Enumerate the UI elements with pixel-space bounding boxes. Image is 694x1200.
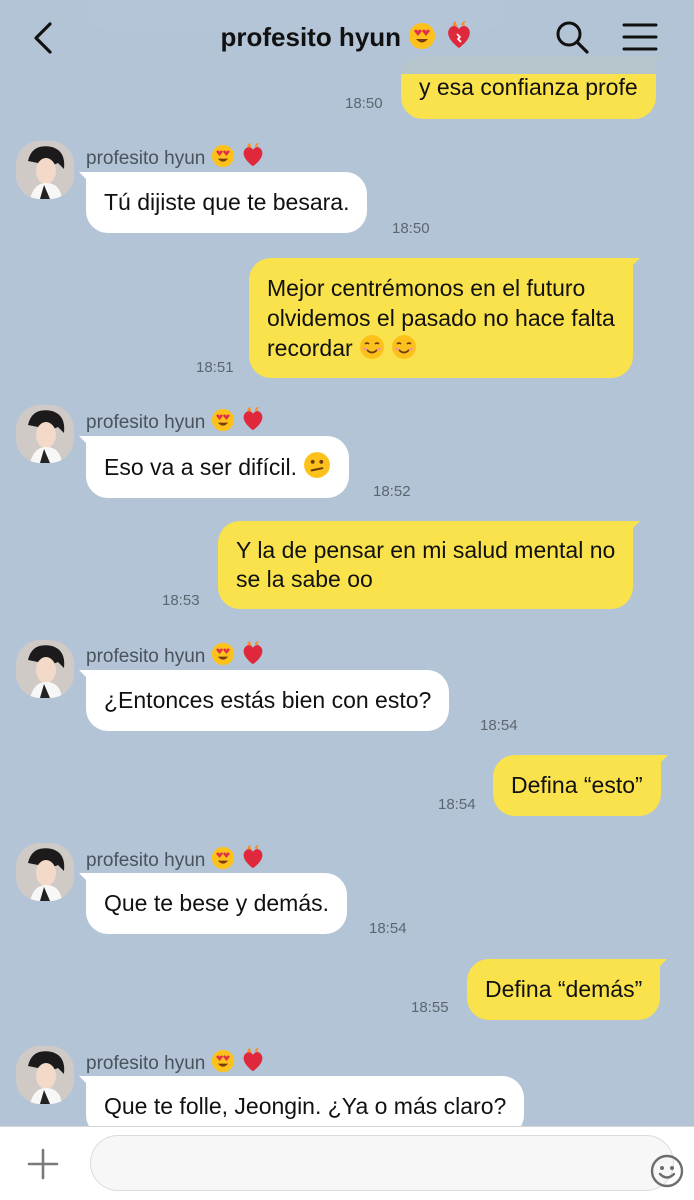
sender-name-text: profesito hyun (86, 412, 206, 433)
heart-eyes-icon (211, 144, 234, 168)
message-bubble-outgoing[interactable]: Y la de pensar en mi salud mental no se … (218, 521, 641, 609)
message-time: 18:53 (162, 592, 200, 609)
chat-screen: profesito hyun y esa confianza profe 18:… (0, 0, 694, 1200)
sender-name: profesito hyun (86, 142, 266, 170)
message-input-bar: # (0, 1126, 694, 1200)
message-text: Defina “demás” (485, 976, 643, 1002)
message-time: 18:54 (369, 920, 407, 937)
heart-eyes-icon (211, 1049, 234, 1073)
heart-eyes-icon (409, 23, 436, 49)
sender-name-text: profesito hyun (86, 1053, 206, 1074)
message-bubble-outgoing[interactable]: Mejor centrémonos en el futuro olvidemos… (249, 258, 640, 378)
chat-title-text: profesito hyun (220, 22, 402, 52)
message-time: 18:54 (480, 717, 518, 734)
message-text-line: Mejor centrémonos en el futuro (267, 275, 586, 301)
message-text: Que te bese y demás. (104, 890, 330, 916)
sender-name: profesito hyun (86, 406, 266, 434)
sender-name-text: profesito hyun (86, 850, 206, 871)
contact-avatar[interactable] (16, 141, 74, 199)
message-text: y esa confianza profe (419, 74, 638, 100)
search-icon (556, 21, 589, 54)
message-bubble-incoming[interactable]: Tú dijiste que te besara. (78, 172, 368, 233)
menu-button[interactable] (620, 20, 660, 54)
sender-name-text: profesito hyun (86, 646, 206, 667)
message-field: # (90, 1135, 684, 1191)
plus-icon (27, 1148, 59, 1180)
message-time: 18:50 (345, 95, 383, 112)
message-text-line: recordar (267, 333, 615, 363)
heart-on-fire-icon (243, 142, 263, 167)
message-text-line: Y la de pensar en mi salud mental no (236, 537, 616, 563)
message-text: Defina “esto” (511, 772, 643, 798)
avatar-photo (16, 405, 74, 463)
sender-name: profesito hyun (86, 844, 266, 872)
heart-on-fire-icon (243, 844, 263, 869)
heart-on-fire-icon (243, 640, 263, 665)
message-time: 18:52 (373, 483, 411, 500)
sender-name: profesito hyun (86, 1047, 266, 1075)
message-bubble-incoming[interactable]: ¿Entonces estás bien con esto? (78, 670, 450, 731)
message-text: ¿Entonces estás bien con esto? (104, 687, 432, 713)
smiling-face-icon (392, 335, 417, 359)
heart-eyes-icon (211, 408, 234, 432)
avatar-photo (16, 1046, 74, 1104)
sender-name-text: profesito hyun (86, 148, 206, 169)
message-text: Tú dijiste que te besara. (104, 189, 350, 215)
message-text-line: olvidemos el pasado no hace falta (267, 305, 615, 331)
message-time: 18:51 (196, 359, 234, 376)
heart-on-fire-icon (243, 1047, 263, 1072)
search-button[interactable] (553, 18, 591, 56)
heart-eyes-icon (211, 642, 234, 666)
contact-avatar[interactable] (16, 843, 74, 901)
add-attachment-button[interactable] (26, 1147, 60, 1181)
avatar-photo (16, 640, 74, 698)
heart-eyes-icon (211, 846, 234, 870)
message-bubble-outgoing[interactable]: Defina “demás” (467, 959, 668, 1020)
message-time: 18:55 (411, 999, 449, 1016)
avatar-photo (16, 141, 74, 199)
message-text: Eso va a ser difícil. (104, 454, 298, 480)
heart-on-fire-icon (243, 406, 263, 431)
contact-avatar[interactable] (16, 1046, 74, 1104)
message-input[interactable] (109, 1146, 549, 1180)
message-bubble-incoming[interactable]: Que te bese y demás. (78, 873, 348, 934)
message-text-line-part: recordar (267, 335, 353, 361)
message-time: 18:50 (392, 220, 430, 237)
hamburger-menu-icon (622, 23, 658, 51)
contact-avatar[interactable] (16, 405, 74, 463)
contact-avatar[interactable] (16, 640, 74, 698)
message-text: Que te folle, Jeongin. ¿Ya o más claro? (104, 1093, 507, 1119)
message-text-line: se la sabe oo (236, 566, 373, 592)
emoji-icon (650, 1154, 684, 1188)
message-bubble-incoming[interactable]: Eso va a ser difícil. (78, 436, 350, 498)
chat-header: profesito hyun (0, 0, 694, 74)
smiling-face-icon (360, 335, 385, 359)
avatar-photo (16, 843, 74, 901)
sender-name: profesito hyun (86, 640, 266, 668)
emoji-button[interactable] (649, 1153, 685, 1189)
neutral-face-icon (304, 452, 331, 478)
heart-on-fire-icon (447, 21, 470, 48)
message-bubble-outgoing[interactable]: Defina “esto” (493, 755, 668, 816)
message-time: 18:54 (438, 796, 476, 813)
